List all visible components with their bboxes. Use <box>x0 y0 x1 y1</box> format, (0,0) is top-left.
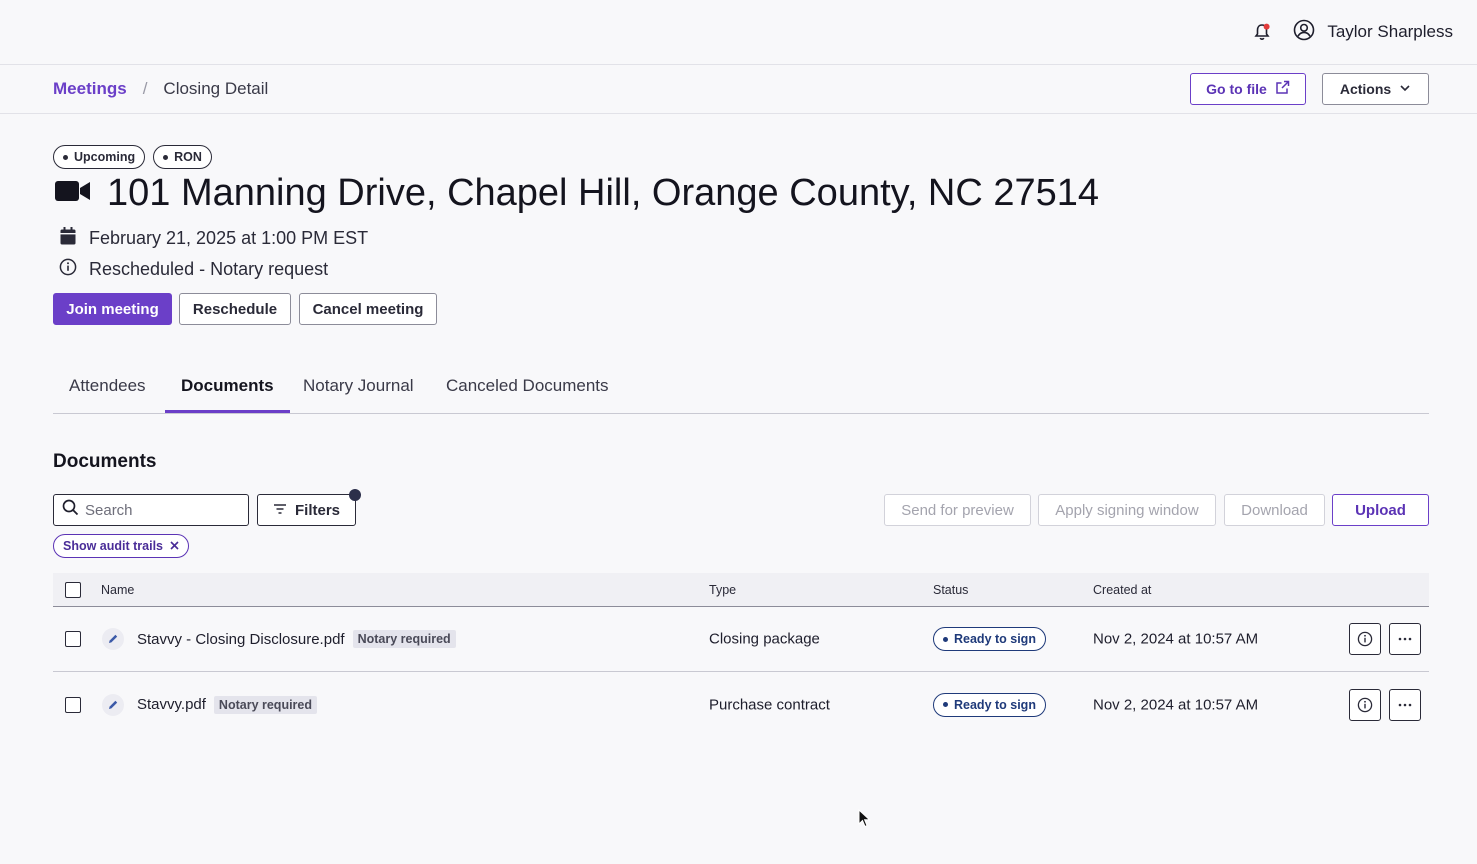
upcoming-badge: Upcoming <box>53 145 146 169</box>
actions-label: Actions <box>1339 81 1392 97</box>
info-circle-icon <box>1357 631 1373 647</box>
active-filter-chip[interactable]: Show audit trails <box>53 534 190 558</box>
table-row: Stavvy - Closing Disclosure.pdf Notary r… <box>53 607 1429 672</box>
tab-notary-journal[interactable]: Notary Journal <box>287 362 430 413</box>
ron-badge-label: RON <box>174 150 202 164</box>
upcoming-badge-label: Upcoming <box>74 150 136 164</box>
page-title: 101 Manning Drive, Chapel Hill, Orange C… <box>107 172 1100 214</box>
info-circle-icon <box>59 258 77 281</box>
user-menu[interactable]: Taylor Sharpless <box>1293 19 1453 46</box>
tab-canceled-documents[interactable]: Canceled Documents <box>430 362 625 413</box>
ron-badge: RON <box>153 145 212 169</box>
status-badge-label: Ready to sign <box>954 632 1036 646</box>
documents-table: Name Type Status Created at Stavvy - Clo… <box>53 573 1429 737</box>
meeting-date-row: February 21, 2025 at 1:00 PM EST <box>59 226 368 251</box>
column-header-type[interactable]: Type <box>709 583 736 597</box>
send-for-preview-button[interactable]: Send for preview <box>884 494 1031 526</box>
upload-button[interactable]: Upload <box>1332 494 1429 526</box>
reschedule-button[interactable]: Reschedule <box>179 293 291 325</box>
close-icon[interactable] <box>170 539 179 553</box>
document-created-at: Nov 2, 2024 at 10:57 AM <box>1093 696 1259 713</box>
documents-section-title: Documents <box>53 451 157 472</box>
external-link-icon <box>1275 80 1290 98</box>
breadcrumb-current: Closing Detail <box>163 79 269 98</box>
document-name[interactable]: Stavvy - Closing Disclosure.pdf <box>137 631 345 648</box>
breadcrumb-separator: / <box>142 79 148 98</box>
status-badge: Ready to sign <box>933 627 1046 651</box>
meeting-title-row: 101 Manning Drive, Chapel Hill, Orange C… <box>53 172 1099 215</box>
search-input[interactable] <box>85 501 235 519</box>
document-created-at: Nov 2, 2024 at 10:57 AM <box>1093 630 1259 648</box>
search-field <box>53 494 249 526</box>
column-header-created-at[interactable]: Created at <box>1093 583 1151 597</box>
document-type: Purchase contract <box>709 696 830 713</box>
go-to-file-button[interactable]: Go to file <box>1190 73 1306 105</box>
meeting-date: February 21, 2025 at 1:00 PM EST <box>89 228 369 248</box>
table-header: Name Type Status Created at <box>53 573 1429 607</box>
breadcrumb-meetings-link[interactable]: Meetings <box>53 79 127 99</box>
meeting-note-row: Rescheduled - Notary request <box>59 258 328 281</box>
meeting-note: Rescheduled - Notary request <box>89 259 329 279</box>
status-badge-label: Ready to sign <box>954 697 1036 712</box>
document-more-button[interactable] <box>1389 688 1421 721</box>
tab-bar: Attendees Documents Notary Journal Cance… <box>53 362 1429 414</box>
document-info-button[interactable] <box>1349 688 1381 721</box>
notary-required-tag: Notary required <box>352 630 456 648</box>
actions-dropdown[interactable]: Actions <box>1322 73 1429 105</box>
calendar-icon <box>59 226 77 251</box>
column-header-name[interactable]: Name <box>101 583 134 597</box>
breadcrumb-bar: Meetings / Closing Detail Go to file Act… <box>0 65 1477 114</box>
row-checkbox[interactable] <box>65 696 81 713</box>
mouse-cursor-icon <box>858 808 872 834</box>
cancel-meeting-button[interactable]: Cancel meeting <box>299 293 437 325</box>
video-camera-icon <box>53 178 93 209</box>
filter-lines-icon <box>273 502 287 519</box>
status-badge: Ready to sign <box>933 692 1046 717</box>
active-filter-label: Show audit trails <box>63 539 164 553</box>
more-horizontal-icon <box>1398 637 1412 641</box>
search-icon <box>62 499 79 521</box>
pencil-icon <box>102 628 124 650</box>
apply-signing-window-button[interactable]: Apply signing window <box>1038 494 1216 526</box>
download-button[interactable]: Download <box>1224 494 1325 526</box>
tab-attendees[interactable]: Attendees <box>53 362 162 413</box>
info-circle-icon <box>1357 697 1373 712</box>
bell-icon[interactable] <box>1253 23 1271 41</box>
chevron-down-icon <box>1399 81 1411 97</box>
filters-button[interactable]: Filters <box>257 494 356 526</box>
breadcrumb: Meetings / Closing Detail <box>53 79 268 99</box>
select-all-checkbox[interactable] <box>65 581 81 598</box>
go-to-file-label: Go to file <box>1206 81 1267 97</box>
top-bar: Taylor Sharpless <box>0 0 1477 65</box>
row-checkbox[interactable] <box>65 631 81 647</box>
more-horizontal-icon <box>1398 703 1412 706</box>
document-name[interactable]: Stavvy.pdf <box>137 696 206 713</box>
filter-active-indicator <box>349 489 361 501</box>
user-name: Taylor Sharpless <box>1327 22 1453 41</box>
table-row: Stavvy.pdf Notary required Purchase cont… <box>53 672 1429 737</box>
join-meeting-button[interactable]: Join meeting <box>53 293 172 325</box>
user-circle-icon <box>1293 19 1315 46</box>
pencil-icon <box>102 693 124 716</box>
document-info-button[interactable] <box>1349 623 1381 655</box>
document-more-button[interactable] <box>1389 623 1421 655</box>
document-type: Closing package <box>709 630 820 648</box>
notary-required-tag: Notary required <box>213 695 318 714</box>
column-header-status[interactable]: Status <box>933 583 968 597</box>
meeting-badges: Upcoming RON <box>53 145 212 169</box>
filters-label: Filters <box>295 501 341 519</box>
tab-documents[interactable]: Documents <box>165 362 290 413</box>
